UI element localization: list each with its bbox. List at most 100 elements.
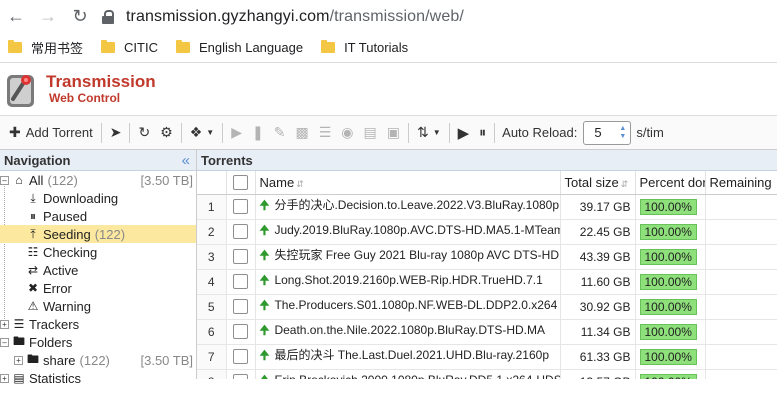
torrent-name-cell[interactable]: 🠉 Judy.2019.BluRay.1080p.AVC.DTS-HD.MA5.1… (255, 219, 561, 245)
warning-icon: ⚠ (27, 299, 39, 313)
expand-toggle-icon[interactable]: + (14, 355, 23, 365)
row-checkbox[interactable] (233, 224, 248, 240)
nav-item-warning[interactable]: ⚠ Warning (0, 297, 196, 315)
row-checkbox[interactable] (233, 274, 248, 290)
pause-button[interactable]: ❚ (247, 121, 269, 145)
row-checkbox[interactable] (233, 324, 248, 340)
nav-item-statistics[interactable]: + ▤ Statistics (0, 369, 196, 387)
gear-icon: ⚙ (160, 124, 173, 140)
url-bar[interactable]: transmission.gyzhangyi.com/transmission/… (102, 8, 464, 26)
nav-item-checking[interactable]: ☷ Checking (0, 243, 196, 261)
row-select-cell[interactable] (226, 369, 256, 379)
expand-toggle-icon[interactable]: + (0, 373, 9, 383)
nav-item-all[interactable]: – ⌂ All (122) [3.50 TB] (0, 171, 196, 189)
puzzle-icon: ❖ (189, 124, 203, 140)
folder-icon (321, 40, 336, 53)
column-total-size[interactable]: Total size ⇵ (560, 171, 636, 195)
table-row[interactable]: 4 🠉 Long.Shot.2019.2160p.WEB-Rip.HDR.TrueH… (197, 269, 777, 295)
torrent-name: 分手的决心.Decision.to.Leave.2022.V3.BluRay.1… (274, 198, 560, 212)
torrent-name-cell[interactable]: 🠉 最后的决斗 The.Last.Duel.2021.UHD.Blu-ray.21… (255, 344, 561, 370)
remaining-cell (705, 269, 777, 295)
torrent-name-cell[interactable]: 🠉 Erin.Brockovich.2000.1080p.BluRay.DD5.1… (255, 369, 561, 379)
row-checkbox[interactable] (233, 199, 248, 215)
column-name[interactable]: Name ⇵ (255, 171, 561, 195)
back-icon[interactable]: ← (0, 0, 32, 33)
pause-all-circle-button[interactable]: ⏸ (474, 121, 491, 145)
plugins-menu-button[interactable]: ❖ ▼ (185, 121, 219, 145)
nav-item-trackers[interactable]: + ☰ Trackers (0, 315, 196, 333)
sort-menu-button[interactable]: ⇅ ▼ (412, 121, 446, 145)
expand-toggle-icon[interactable]: + (0, 319, 9, 329)
reannounce-button[interactable]: ◉ (336, 121, 358, 145)
table-row[interactable]: 6 🠉 Death.on.the.Nile.2022.1080p.BluRay.DT… (197, 319, 777, 345)
nav-item-paused[interactable]: ⏸ Paused (0, 207, 196, 225)
torrent-name-cell[interactable]: 🠉 Long.Shot.2019.2160p.WEB-Rip.HDR.TrueHD… (255, 269, 561, 295)
collapse-icon[interactable]: « (182, 152, 190, 169)
nav-item-share[interactable]: + 🖿 share (122) [3.50 TB] (0, 351, 196, 369)
torrent-name-cell[interactable]: 🠉 Death.on.the.Nile.2022.1080p.BluRay.DTS… (255, 319, 561, 345)
nav-item-folders[interactable]: – 🖿 Folders (0, 333, 196, 351)
move-button[interactable]: ▤ (358, 121, 381, 145)
nav-item-active[interactable]: ⇄ Active (0, 261, 196, 279)
row-select-cell[interactable] (226, 344, 256, 370)
verify-button[interactable]: ☰ (314, 121, 337, 145)
select-all-checkbox[interactable] (233, 175, 248, 191)
column-select[interactable] (226, 171, 256, 195)
percent-done-bar: 100.00% (639, 198, 697, 215)
table-row[interactable]: 7 🠉 最后的决斗 The.Last.Duel.2021.UHD.Blu-ray.2… (197, 344, 777, 370)
torrent-name-cell[interactable]: 🠉 失控玩家 Free Guy 2021 Blu-ray 1080p AVC DT… (255, 244, 561, 270)
divider (100, 122, 102, 143)
table-row[interactable]: 8 🠉 Erin.Brockovich.2000.1080p.BluRay.DD5.… (197, 369, 777, 379)
row-select-cell[interactable] (226, 219, 256, 245)
torrent-name-cell[interactable]: 🠉 分手的决心.Decision.to.Leave.2022.V3.BluRay.… (255, 194, 561, 220)
url-path: /transmission/web/ (329, 7, 464, 25)
bookmark-item[interactable]: 常用书签 (8, 38, 83, 57)
start-all-button[interactable]: ➤ (105, 121, 127, 145)
remove-button[interactable]: ▩ (290, 121, 313, 145)
row-select-cell[interactable] (226, 244, 256, 270)
copy-button[interactable]: ▣ (382, 121, 405, 145)
spinner-icon[interactable]: ▲ ▼ (619, 125, 626, 141)
row-checkbox[interactable] (233, 349, 248, 365)
nav-item-downloading[interactable]: ⤓ Downloading (0, 189, 196, 207)
bookmark-item[interactable]: CITIC (101, 40, 158, 55)
reload-icon[interactable]: ↻ (64, 0, 96, 33)
settings-button[interactable]: ⚙ (155, 121, 178, 145)
table-row[interactable]: 5 🠉 The.Producers.S01.1080p.NF.WEB-DL.DDP2… (197, 294, 777, 320)
auto-reload-label: Auto Reload: (502, 125, 578, 140)
table-row[interactable]: 1 🠉 分手的决心.Decision.to.Leave.2022.V3.BluRay… (197, 194, 777, 220)
table-row[interactable]: 3 🠉 失控玩家 Free Guy 2021 Blu-ray 1080p AVC D… (197, 244, 777, 270)
bookmark-item[interactable]: IT Tutorials (321, 40, 408, 55)
row-checkbox[interactable] (233, 249, 248, 265)
torrent-name-cell[interactable]: 🠉 The.Producers.S01.1080p.NF.WEB-DL.DDP2.… (255, 294, 561, 320)
column-remaining[interactable]: Remaining (705, 171, 777, 195)
row-select-cell[interactable] (226, 269, 256, 295)
percent-done-cell: 100.00% (635, 319, 706, 345)
row-number: 7 (197, 344, 227, 370)
auto-reload-input[interactable]: 5 ▲ ▼ (583, 120, 632, 145)
column-percent-done[interactable]: Percent dor (635, 171, 706, 195)
refresh-button[interactable]: ↻ (133, 121, 155, 145)
seeding-arrow-icon: 🠉 (259, 323, 270, 337)
row-number: 1 (197, 194, 227, 220)
forward-icon[interactable]: → (32, 0, 64, 33)
row-checkbox[interactable] (233, 374, 248, 379)
bookmark-item[interactable]: English Language (175, 40, 303, 55)
table-row[interactable]: 2 🠉 Judy.2019.BluRay.1080p.AVC.DTS-HD.MA5.… (197, 219, 777, 245)
pause-square-icon: ❚ (252, 124, 264, 140)
rename-button[interactable]: ✎ (269, 121, 291, 145)
collapse-toggle-icon[interactable]: – (0, 337, 9, 347)
add-torrent-button[interactable]: ✚ Add Torrent (4, 121, 98, 145)
row-checkbox[interactable] (233, 299, 248, 315)
row-select-cell[interactable] (226, 294, 256, 320)
start-button[interactable]: ▶ (226, 121, 247, 145)
start-all-circle-button[interactable]: ▶ (453, 121, 475, 145)
play-square-icon: ▶ (231, 124, 242, 140)
row-select-cell[interactable] (226, 194, 256, 220)
divider (448, 122, 450, 143)
collapse-toggle-icon[interactable]: – (0, 175, 9, 185)
nav-item-seeding[interactable]: ⤒ Seeding (122) (0, 225, 196, 243)
nav-item-error[interactable]: ✖ Error (0, 279, 196, 297)
seeding-arrow-icon: 🠉 (259, 248, 270, 262)
row-select-cell[interactable] (226, 319, 256, 345)
